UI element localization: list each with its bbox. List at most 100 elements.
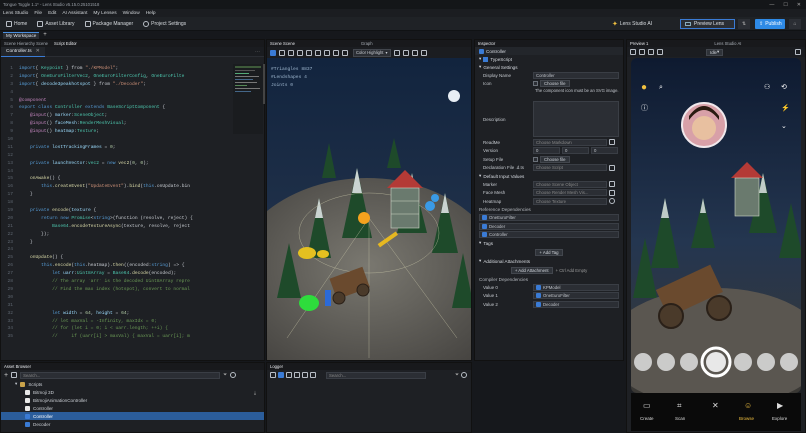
browse-icon[interactable]: ☺	[744, 401, 752, 410]
scale-tool-icon[interactable]	[306, 49, 312, 56]
info-icon[interactable]: ⓘ	[641, 104, 648, 112]
close-tab-icon[interactable]: ✕	[36, 49, 40, 54]
rect-tool-icon[interactable]	[315, 49, 321, 56]
tree-item-controller-selected[interactable]: Controller	[1, 412, 264, 420]
code-line[interactable]: 33 // let maxVal = -Infinity, maxIdx = 0…	[1, 318, 231, 326]
eye-icon[interactable]	[609, 198, 615, 205]
code-line[interactable]: 24	[1, 246, 231, 254]
editor-scrollbar[interactable]	[263, 64, 265, 104]
filter-icon[interactable]: ⏷	[455, 372, 459, 378]
code-minimap[interactable]	[233, 64, 263, 134]
grid-icon[interactable]	[402, 49, 409, 56]
close-button[interactable]: ✕	[797, 2, 801, 8]
marker-input[interactable]: Choose Scene Object	[533, 180, 607, 188]
display-name-input[interactable]: Controller	[533, 71, 619, 79]
asset-library-button[interactable]: Asset Library	[34, 19, 77, 29]
tab-scene[interactable]: Scene Scene	[270, 41, 295, 46]
typescript-component[interactable]: ▾ TypeScript	[475, 55, 623, 63]
code-line[interactable]: 14	[1, 168, 231, 176]
code-line[interactable]: 28 // The array `arr` is the decoded Uin…	[1, 278, 231, 286]
debug-filter-icon[interactable]	[310, 372, 316, 378]
face-mesh-input[interactable]: Choose Render Mesh Vis...	[533, 189, 607, 197]
lens-studio-ai-button[interactable]: ✦ Lens Studio AI	[612, 19, 652, 29]
color-highlight-dropdown[interactable]: Color Highlight ▾	[353, 48, 391, 57]
add-friend-icon[interactable]: ⚇	[764, 83, 770, 91]
info-filter-icon[interactable]	[286, 372, 292, 378]
home-button[interactable]: Home	[3, 19, 30, 29]
code-line[interactable]: 32 let width = 64, height = 64;	[1, 310, 231, 318]
value-input[interactable]: OneEuroFilter	[533, 292, 619, 300]
folder-icon[interactable]	[609, 164, 615, 171]
code-line[interactable]: 9 @input() heatmap:Texture;	[1, 128, 231, 136]
settings-icon[interactable]	[230, 372, 237, 378]
code-line[interactable]: 22 });	[1, 231, 231, 239]
code-line[interactable]: 2 import{ OneEuroFilterVec2, OneEuroFilte…	[1, 73, 231, 81]
tab-logger[interactable]: Logger	[270, 364, 283, 369]
general-settings-section[interactable]: ▾ General Settings	[475, 63, 623, 71]
menu-edit[interactable]: Edit	[48, 11, 56, 16]
rotate-icon[interactable]	[657, 49, 663, 55]
add-empty-button[interactable]: + Ctrl Add Empty	[556, 268, 588, 273]
tab-scene-hierarchy[interactable]: Scene Hierarchy Scene	[4, 41, 48, 46]
code-line[interactable]: 21 Base64.encodeTextureAsync(texture, re…	[1, 223, 231, 231]
phone-preview[interactable]: ● ⌕ ⓘ ⚇ ⟲ ⚡ ⌄ ▭ ⌗ ✕ ☺ ▶ Create Scan Brow…	[631, 58, 801, 431]
filter-icon[interactable]: ⏷	[223, 372, 227, 378]
tags-section[interactable]: ▾ Tags	[475, 239, 623, 247]
code-line[interactable]: 7 @input() marker:SceneObject;	[1, 112, 231, 120]
nav-explore[interactable]: Explore	[772, 416, 788, 421]
code-line[interactable]: 34 // for (let i = 0; i < uarr.length; +…	[1, 325, 231, 333]
device-icon[interactable]	[648, 49, 654, 55]
code-line[interactable]: 27 let uarr:Uint8Array = Base64.decode(e…	[1, 270, 231, 278]
tab-script-editor[interactable]: Script Editor	[54, 41, 77, 46]
code-line[interactable]: 8 @input() faceMesh:RenderMeshVisual;	[1, 120, 231, 128]
tab-preview[interactable]: Preview 1	[630, 41, 648, 46]
clear-icon[interactable]	[270, 372, 276, 378]
search-icon[interactable]: ⌕	[659, 84, 663, 91]
menu-lens-studio[interactable]: Lens Studio	[3, 11, 28, 16]
add-attachment-button[interactable]: + Add Attachment	[510, 266, 553, 274]
dependency-item[interactable]: Controller	[479, 231, 619, 239]
tab-inspector[interactable]: Inspector	[478, 41, 495, 46]
project-settings-button[interactable]: Project Settings	[140, 19, 189, 29]
nav-create[interactable]: Create	[640, 416, 654, 421]
create-icon[interactable]: ▭	[643, 401, 651, 410]
add-workspace-button[interactable]: +	[43, 32, 47, 38]
error-filter-icon[interactable]	[302, 372, 308, 378]
code-line[interactable]: 6 export class Controller extends BaseScr…	[1, 104, 231, 112]
folder-icon[interactable]	[11, 372, 18, 378]
description-input[interactable]	[533, 101, 619, 137]
code-line[interactable]: 31	[1, 302, 231, 310]
more-icon[interactable]: ⋯	[255, 49, 260, 55]
chevron-down-icon[interactable]: ⌄	[781, 123, 787, 130]
choose-icon-button[interactable]: Choose file	[540, 80, 570, 88]
person-icon[interactable]	[630, 49, 636, 55]
tab-asset-browser[interactable]: Asset Browser	[4, 364, 31, 369]
icon-checkbox[interactable]	[533, 81, 538, 87]
hand-tool-icon[interactable]	[279, 49, 285, 56]
maximize-button[interactable]: ☐	[783, 2, 787, 8]
tab-graph[interactable]: Graph	[361, 41, 373, 46]
flash-icon[interactable]: ⚡	[781, 103, 790, 112]
menu-my-lenses[interactable]: My Lenses	[93, 11, 116, 16]
rotate-tool-icon[interactable]	[297, 49, 303, 56]
idle-dropdown[interactable]: Idle ▾	[706, 48, 724, 56]
video-icon[interactable]	[639, 49, 645, 55]
scene-viewport[interactable]: #Triangles 8837 #Lendshapes 4 Joints 0	[267, 58, 471, 360]
code-line[interactable]: 35 // if (uarr[i] > maxVal) { maxVal = u…	[1, 333, 231, 341]
code-line[interactable]: 30	[1, 294, 231, 302]
menu-ai-assistant[interactable]: AI Assistant	[62, 11, 87, 16]
code-area[interactable]: 1 import { Keypoint } from "./KPModel"; 2 im…	[1, 64, 231, 360]
version-major-input[interactable]: 0	[533, 147, 560, 155]
code-line[interactable]: 26 this.encode(this.heatmap).then((encod…	[1, 262, 231, 270]
tree-item-controller[interactable]: Controller	[1, 404, 264, 412]
file-tab[interactable]: Controller.ts ✕	[1, 46, 45, 57]
setup-file-checkbox[interactable]	[533, 156, 538, 162]
workspace-tab[interactable]: My Workspace	[3, 31, 40, 39]
value-input[interactable]: Decoder	[533, 300, 619, 308]
preview-lens-button[interactable]: Preview Lens	[680, 19, 735, 29]
code-line[interactable]: 18	[1, 199, 231, 207]
nav-browse[interactable]: Browse	[739, 416, 755, 421]
code-line[interactable]: 12	[1, 152, 231, 160]
expand-icon[interactable]	[342, 49, 348, 56]
code-line[interactable]: 23 }	[1, 239, 231, 247]
